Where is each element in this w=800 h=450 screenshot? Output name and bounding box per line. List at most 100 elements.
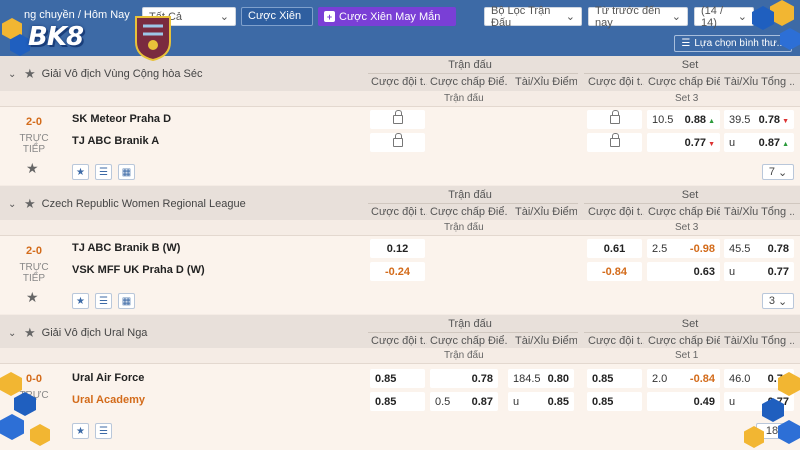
odds-value: 0.85 <box>592 395 614 408</box>
locked-odds <box>370 133 425 152</box>
match-filter-select[interactable]: Bộ Lọc Trận Đấu ⌄ <box>484 4 582 29</box>
match-tools: ★ ☰ ▦ <box>72 293 135 309</box>
match-filter-value: Bộ Lọc Trận Đấu <box>491 4 551 29</box>
league-title[interactable]: ⌄ ★ Czech Republic Women Regional League <box>8 196 246 212</box>
list-view-icon: ☰ <box>681 38 691 49</box>
odds-cell[interactable]: 0.85 <box>370 369 425 388</box>
locked-odds <box>587 133 642 152</box>
live-status: TRỰC TIẾP <box>19 262 49 284</box>
count-select[interactable]: (14 / 14) ⌄ <box>694 5 754 29</box>
league-name: Giải Vô địch Vùng Cộng hòa Séc <box>41 68 203 80</box>
group-match-label: Trận đấu <box>448 59 492 71</box>
choose-view-button[interactable]: ☰ Lựa chọn bình thư... <box>674 35 792 52</box>
odds-cell[interactable]: u 0.87 ▲ <box>724 133 794 152</box>
odds-cell[interactable]: 0.5 0.87 <box>430 392 498 411</box>
odds-value: 0.85 <box>547 395 569 408</box>
odds-cell[interactable]: 0.85 <box>370 392 425 411</box>
handicap-line: 2.5 <box>652 242 668 255</box>
group-match-label: Trận đấu <box>448 318 492 330</box>
odds-value: 0.85 <box>592 372 614 385</box>
odds-cell[interactable]: 0.78 <box>430 369 498 388</box>
odds-value: 0.49 <box>693 395 715 408</box>
under-label: u <box>729 395 736 408</box>
star-icon[interactable]: ★ <box>26 160 39 177</box>
sort-select-value: Từ trước đến nay <box>595 4 661 29</box>
match-tools: ★ ☰ <box>72 423 112 439</box>
col-set-over-under: Tài/Xỉu Tổng ... <box>724 335 794 347</box>
divider <box>368 73 578 74</box>
calendar-icon[interactable]: ▦ <box>118 293 135 309</box>
league-title[interactable]: ⌄ ★ Giải Vô địch Ural Nga <box>8 325 147 341</box>
period-label-row: Trận đấu Set 3 <box>0 91 800 107</box>
favorite-star-icon[interactable]: ★ <box>72 293 89 309</box>
odds-cell[interactable]: 0.12 <box>370 239 425 258</box>
odds-cell[interactable]: 0.85 <box>587 392 642 411</box>
odds-cell[interactable]: u 0.77 <box>724 262 794 281</box>
odds-cell[interactable]: 0.85 <box>587 369 642 388</box>
more-markets-button[interactable]: 3 ⌄ <box>762 293 794 309</box>
stats-icon[interactable]: ☰ <box>95 423 112 439</box>
parlay-button[interactable]: Cược Xiên <box>241 7 313 26</box>
odds-value: -0.84 <box>689 372 715 385</box>
odds-cell[interactable]: 2.0 -0.84 <box>647 369 720 388</box>
chevron-down-icon[interactable]: ⌄ <box>8 69 18 80</box>
ou-line: 39.5 <box>729 113 751 126</box>
star-icon[interactable]: ★ <box>26 289 39 306</box>
col-set-over-under: Tài/Xỉu Tổng ... <box>724 76 794 88</box>
favorite-star-icon[interactable]: ★ <box>72 423 89 439</box>
away-team: TJ ABC Branik A <box>72 135 160 147</box>
home-team: SK Meteor Praha D <box>72 113 172 125</box>
col-handicap: Cược chấp Điể... <box>430 206 508 218</box>
odds-cell[interactable]: 10.5 0.88 ▲ <box>647 110 720 129</box>
odds-value: 0.78 <box>471 372 493 385</box>
star-icon[interactable]: ★ <box>24 196 36 212</box>
lucky-parlay-button[interactable]: + Cược Xiên May Mắn <box>318 7 456 26</box>
league-name: Czech Republic Women Regional League <box>41 198 246 210</box>
odds-value: -0.24 <box>384 265 411 278</box>
col-set-handicap: Cược chấp Điể... <box>648 206 720 218</box>
odds-cell[interactable]: 0.61 <box>587 239 642 258</box>
league-name: Giải Vô địch Ural Nga <box>41 327 148 339</box>
favorite-star-icon[interactable]: ★ <box>72 164 89 180</box>
odds-value: 0.87 <box>471 395 493 408</box>
league-title[interactable]: ⌄ ★ Giải Vô địch Vùng Cộng hòa Séc <box>8 66 202 82</box>
calendar-icon[interactable]: ▦ <box>118 164 135 180</box>
odds-cell[interactable]: 0.77 ▼ <box>647 133 720 152</box>
chevron-down-icon[interactable]: ⌄ <box>8 199 18 210</box>
star-icon[interactable]: ★ <box>24 66 36 82</box>
club-crest-icon <box>135 16 171 62</box>
col-moneyline: Cược đội t... <box>371 206 427 218</box>
odds-cell[interactable]: 45.5 0.78 <box>724 239 794 258</box>
stats-icon[interactable]: ☰ <box>95 293 112 309</box>
odds-cell[interactable]: -0.24 <box>370 262 425 281</box>
under-label: u <box>729 265 736 278</box>
chevron-down-icon[interactable]: ⌄ <box>8 328 18 339</box>
odds-cell[interactable]: -0.84 <box>587 262 642 281</box>
col-moneyline: Cược đội t... <box>371 76 427 88</box>
match-tools: ★ ☰ ▦ <box>72 164 135 180</box>
chevron-down-icon: ⌄ <box>737 11 747 23</box>
odds-cell[interactable]: 2.5 -0.98 <box>647 239 720 258</box>
odds-cell[interactable]: u 0.85 <box>508 392 574 411</box>
chevron-down-icon: ⌄ <box>219 11 229 23</box>
lucky-parlay-label: Cược Xiên May Mắn <box>339 10 441 23</box>
match-row: 2-0 TRỰC TIẾP ★ TJ ABC Branik B (W) VSK … <box>0 236 800 314</box>
col-over-under: Tài/Xỉu Điểm <box>515 76 577 88</box>
plus-icon: + <box>324 11 335 22</box>
odds-value: 0.77 <box>684 136 707 149</box>
sort-select[interactable]: Từ trước đến nay ⌄ <box>588 4 688 29</box>
odds-value: 0.12 <box>386 242 409 255</box>
stats-icon[interactable]: ☰ <box>95 164 112 180</box>
odds-value: 0.61 <box>603 242 626 255</box>
star-icon[interactable]: ★ <box>24 325 36 341</box>
more-markets-button[interactable]: 7 ⌄ <box>762 164 794 180</box>
handicap-line: 2.0 <box>652 372 668 385</box>
odds-cell[interactable]: 0.63 <box>647 262 720 281</box>
lock-icon <box>609 133 620 147</box>
odds-cell[interactable]: 0.49 <box>647 392 720 411</box>
odds-cell[interactable]: 184.5 0.80 <box>508 369 574 388</box>
chevron-down-icon: ⌄ <box>777 295 788 308</box>
odds-cell[interactable]: 39.5 0.78 ▼ <box>724 110 794 129</box>
brand-overlay: BK8 <box>0 0 185 62</box>
more-count: 18 <box>765 425 779 437</box>
